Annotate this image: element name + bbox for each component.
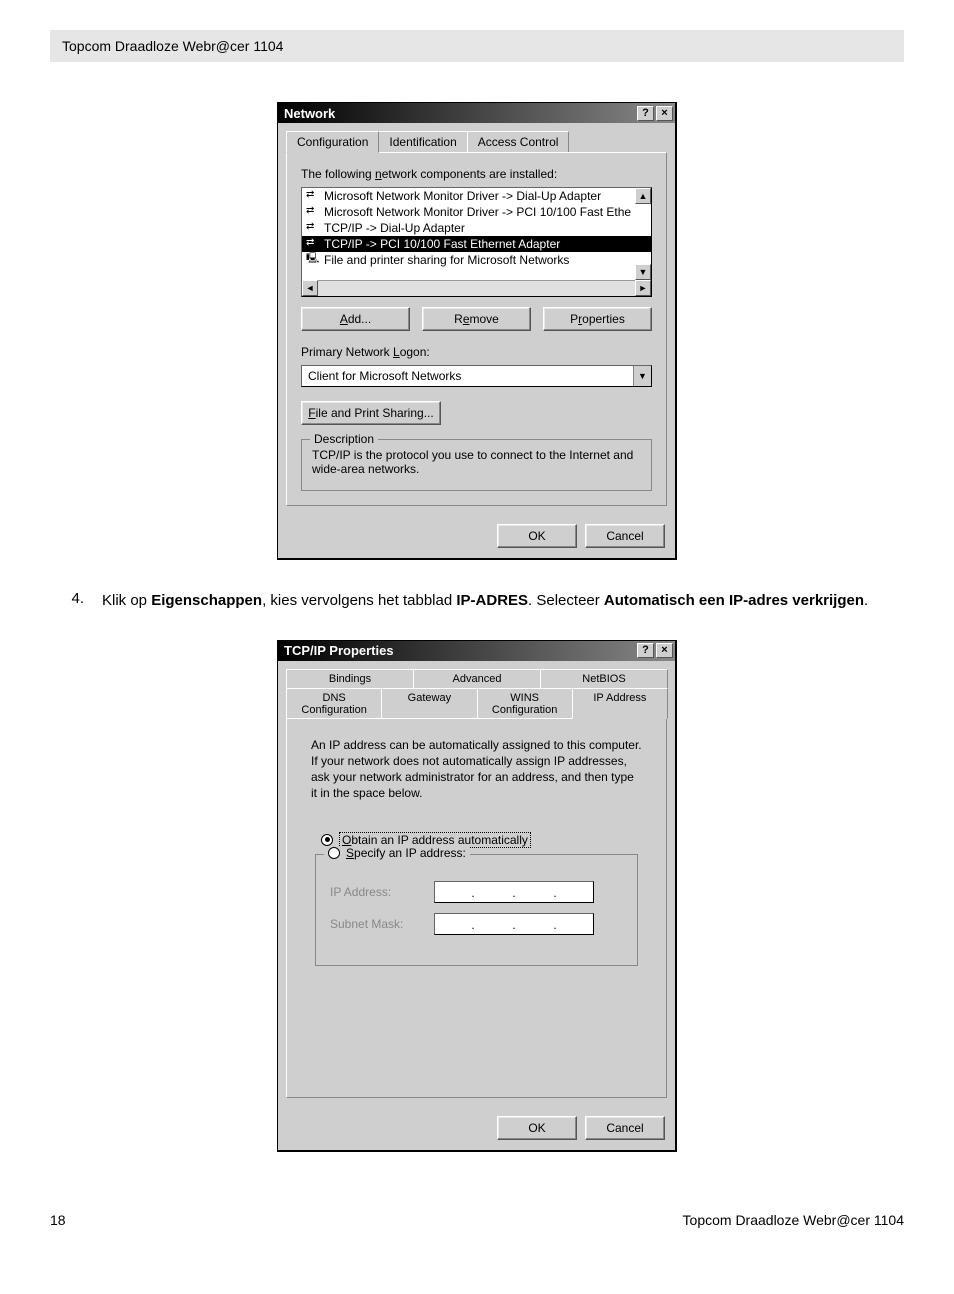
network-dialog: Network ? × Configuration Identification… [277,102,677,560]
properties-button[interactable]: Properties [543,307,652,331]
radio-icon [328,847,340,859]
tab-advanced[interactable]: Advanced [413,669,541,688]
components-label: The following network components are ins… [301,167,652,181]
tcpip-titlebar: TCP/IP Properties ? × [278,641,675,661]
close-icon[interactable]: × [656,106,673,121]
ok-button[interactable]: OK [497,1116,577,1140]
subnet-mask-input[interactable]: ... [434,913,594,935]
radio-specify-ip[interactable]: Specify an IP address: [328,846,466,860]
footer-title: Topcom Draadloze Webr@cer 1104 [683,1212,904,1228]
help-icon[interactable]: ? [637,643,654,658]
scroll-up-icon[interactable]: ▲ [635,188,651,204]
ok-button[interactable]: OK [497,524,577,548]
tab-gateway[interactable]: Gateway [381,688,477,719]
adapter-icon: ⇄ [306,206,320,218]
description-legend: Description [310,432,378,446]
cancel-button[interactable]: Cancel [585,524,665,548]
subnet-mask-label: Subnet Mask: [330,917,420,931]
network-titlebar: Network ? × [278,103,675,123]
file-print-sharing-button[interactable]: File and Print Sharing... [301,401,441,425]
list-item-label: Microsoft Network Monitor Driver -> PCI … [324,205,631,219]
help-icon[interactable]: ? [637,106,654,121]
h-scrollbar[interactable] [318,280,635,296]
list-item-label: File and printer sharing for Microsoft N… [324,253,569,267]
description-text: TCP/IP is the protocol you use to connec… [312,448,641,476]
list-item[interactable]: ⇄ TCP/IP -> Dial-Up Adapter [302,220,651,236]
logon-dropdown[interactable]: Client for Microsoft Networks ▼ [301,365,652,387]
list-item[interactable]: ⇄ Microsoft Network Monitor Driver -> PCI… [302,204,651,220]
instruction-step-4: 4. Klik op Eigenschappen, kies vervolgen… [64,590,904,612]
tcpip-dialog: TCP/IP Properties ? × Bindings Advanced … [277,640,677,1152]
scroll-left-icon[interactable]: ◄ [302,280,318,296]
list-item-label: TCP/IP -> Dial-Up Adapter [324,221,465,235]
list-item-label: Microsoft Network Monitor Driver -> Dial… [324,189,601,203]
add-button[interactable]: Add... [301,307,410,331]
radio-icon [321,834,333,846]
step-text: Klik op Eigenschappen, kies vervolgens h… [102,590,904,612]
logon-label: Primary Network Logon: [301,345,652,359]
tab-ip-address[interactable]: IP Address [572,688,668,719]
remove-button[interactable]: Remove [422,307,531,331]
tab-wins-configuration[interactable]: WINS Configuration [477,688,573,719]
tab-configuration[interactable]: Configuration [286,131,379,153]
cancel-button[interactable]: Cancel [585,1116,665,1140]
share-icon: 🖳 [306,254,320,266]
step-number: 4. [64,590,84,612]
list-item[interactable]: 🖳 File and printer sharing for Microsoft … [302,252,651,268]
list-item-selected[interactable]: ⇄ TCP/IP -> PCI 10/100 Fast Ethernet Adap… [302,236,651,252]
tab-identification[interactable]: Identification [378,131,467,153]
close-icon[interactable]: × [656,643,673,658]
list-item-label: TCP/IP -> PCI 10/100 Fast Ethernet Adapt… [324,237,560,251]
description-group: Description TCP/IP is the protocol you u… [301,439,652,491]
tab-netbios[interactable]: NetBIOS [540,669,668,688]
scroll-down-icon[interactable]: ▼ [635,264,651,280]
adapter-icon: ⇄ [306,238,320,250]
page-header: Topcom Draadloze Webr@cer 1104 [50,30,904,62]
tab-access-control[interactable]: Access Control [467,131,570,153]
page-number: 18 [50,1212,66,1228]
logon-value: Client for Microsoft Networks [302,366,633,386]
page-footer: 18 Topcom Draadloze Webr@cer 1104 [50,1212,904,1228]
specify-ip-group: Specify an IP address: IP Address: ... S… [315,854,638,966]
ip-address-input[interactable]: ... [434,881,594,903]
tab-dns-configuration[interactable]: DNS Configuration [286,688,382,719]
components-listbox[interactable]: ⇄ Microsoft Network Monitor Driver -> Dia… [301,187,652,297]
scroll-right-icon[interactable]: ► [635,280,651,296]
adapter-icon: ⇄ [306,222,320,234]
network-title: Network [284,106,335,121]
tab-bindings[interactable]: Bindings [286,669,414,688]
list-item[interactable]: ⇄ Microsoft Network Monitor Driver -> Dia… [302,188,651,204]
ip-info-text: An IP address can be automatically assig… [301,733,652,812]
chevron-down-icon[interactable]: ▼ [633,366,651,386]
adapter-icon: ⇄ [306,190,320,202]
ip-address-label: IP Address: [330,885,420,899]
tcpip-title: TCP/IP Properties [284,643,394,658]
